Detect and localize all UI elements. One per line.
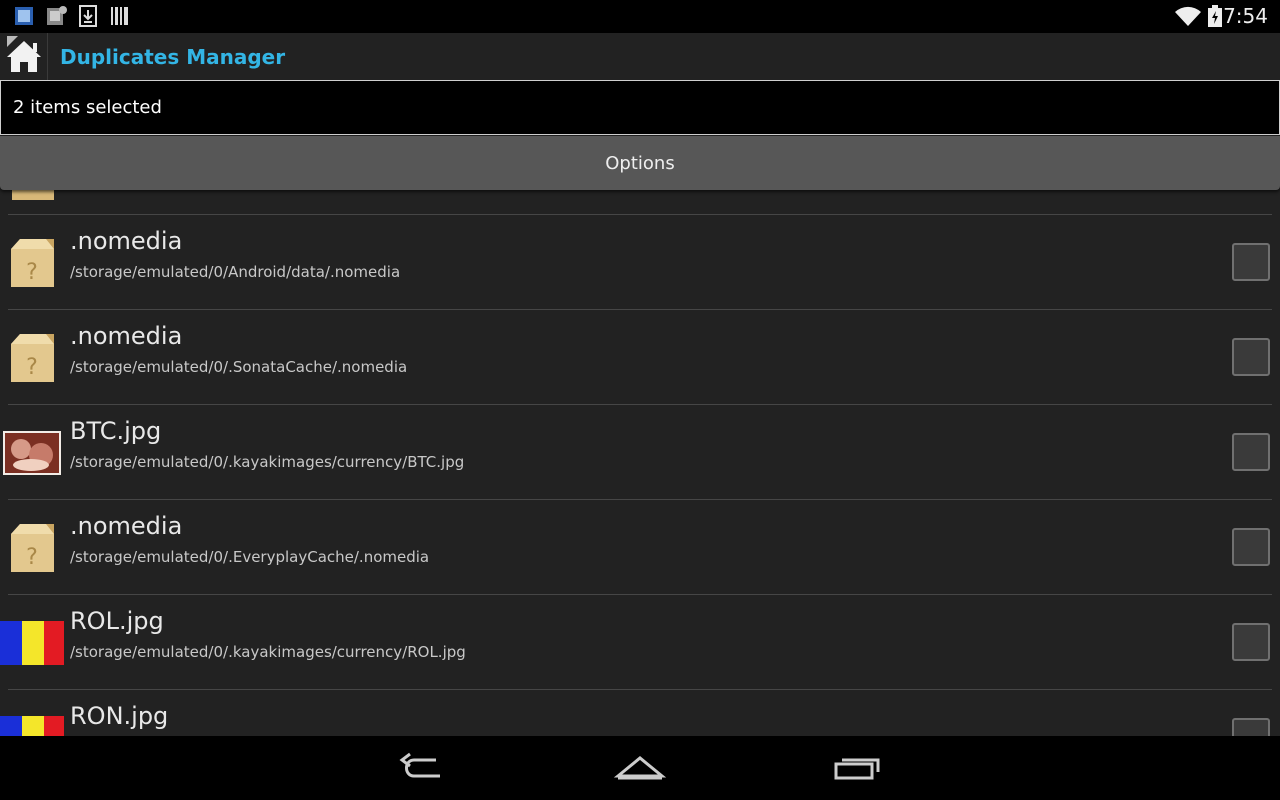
file-path: /storage/emulated/0/Android/data/.nomedi… xyxy=(70,263,401,281)
file-path: /storage/emulated/0/.kayakimages/currenc… xyxy=(70,643,466,661)
download-icon xyxy=(79,5,97,27)
barcode-icon xyxy=(111,7,128,25)
select-checkbox[interactable] xyxy=(1232,243,1270,281)
flag-thumbnail xyxy=(0,621,64,665)
list-item[interactable]: ? .nomedia /storage/emulated/0/.Everypla… xyxy=(0,500,1280,595)
action-bar: Duplicates Manager xyxy=(0,33,1280,80)
file-list[interactable]: ? .nomedia /storage/emulated/0/Android/d… xyxy=(0,190,1280,736)
list-item[interactable]: BTC.jpg /storage/emulated/0/.kayakimages… xyxy=(0,405,1280,500)
file-name: ROL.jpg xyxy=(70,607,164,635)
battery-charging-icon xyxy=(1208,5,1222,27)
list-item[interactable]: ROL.jpg /storage/emulated/0/.kayakimages… xyxy=(0,595,1280,690)
file-name: .nomedia xyxy=(70,322,183,350)
file-path: /storage/emulated/0/.EveryplayCache/.nom… xyxy=(70,548,430,566)
back-icon[interactable] xyxy=(394,750,454,786)
selection-count: 2 items selected xyxy=(13,97,162,118)
file-name: .nomedia xyxy=(70,512,183,540)
select-checkbox[interactable] xyxy=(1232,528,1270,566)
selection-bar: 2 items selected xyxy=(0,80,1280,135)
svg-text:?: ? xyxy=(26,355,38,380)
navigation-bar xyxy=(0,736,1280,800)
status-bar: 7:54 xyxy=(0,0,1280,33)
options-label: Options xyxy=(605,153,675,174)
list-item[interactable]: ? .nomedia /storage/emulated/0/Android/d… xyxy=(0,215,1280,310)
app-title: Duplicates Manager xyxy=(60,45,286,69)
file-name: RON.jpg xyxy=(70,702,169,730)
svg-text:?: ? xyxy=(26,260,38,285)
svg-text:?: ? xyxy=(26,545,38,570)
options-button[interactable]: Options xyxy=(0,136,1280,190)
clock: 7:54 xyxy=(1223,4,1268,28)
unknown-file-box-icon: ? xyxy=(11,239,54,287)
select-checkbox[interactable] xyxy=(1232,718,1270,736)
recents-icon[interactable] xyxy=(828,750,888,786)
select-checkbox[interactable] xyxy=(1232,623,1270,661)
image-thumbnail xyxy=(3,431,61,475)
file-name: .nomedia xyxy=(70,227,183,255)
file-path: /storage/emulated/0/.kayakimages/currenc… xyxy=(70,453,465,471)
list-item[interactable]: RON.jpg xyxy=(0,690,1280,736)
unknown-file-box-icon: ? xyxy=(11,524,54,572)
select-checkbox[interactable] xyxy=(1232,338,1270,376)
wifi-icon xyxy=(1175,6,1201,27)
home-nav-icon[interactable] xyxy=(610,750,670,786)
unknown-file-box-icon: ? xyxy=(11,334,54,382)
home-button[interactable] xyxy=(0,33,48,80)
notification-app-icon xyxy=(15,7,33,25)
file-path: /storage/emulated/0/.SonataCache/.nomedi… xyxy=(70,358,408,376)
flag-thumbnail xyxy=(0,716,64,736)
notification-app-icon xyxy=(47,6,67,25)
select-checkbox[interactable] xyxy=(1232,433,1270,471)
file-name: BTC.jpg xyxy=(70,417,162,445)
list-item[interactable]: ? .nomedia /storage/emulated/0/.SonataCa… xyxy=(0,310,1280,405)
list-item[interactable] xyxy=(0,190,1280,215)
home-icon xyxy=(7,36,41,72)
